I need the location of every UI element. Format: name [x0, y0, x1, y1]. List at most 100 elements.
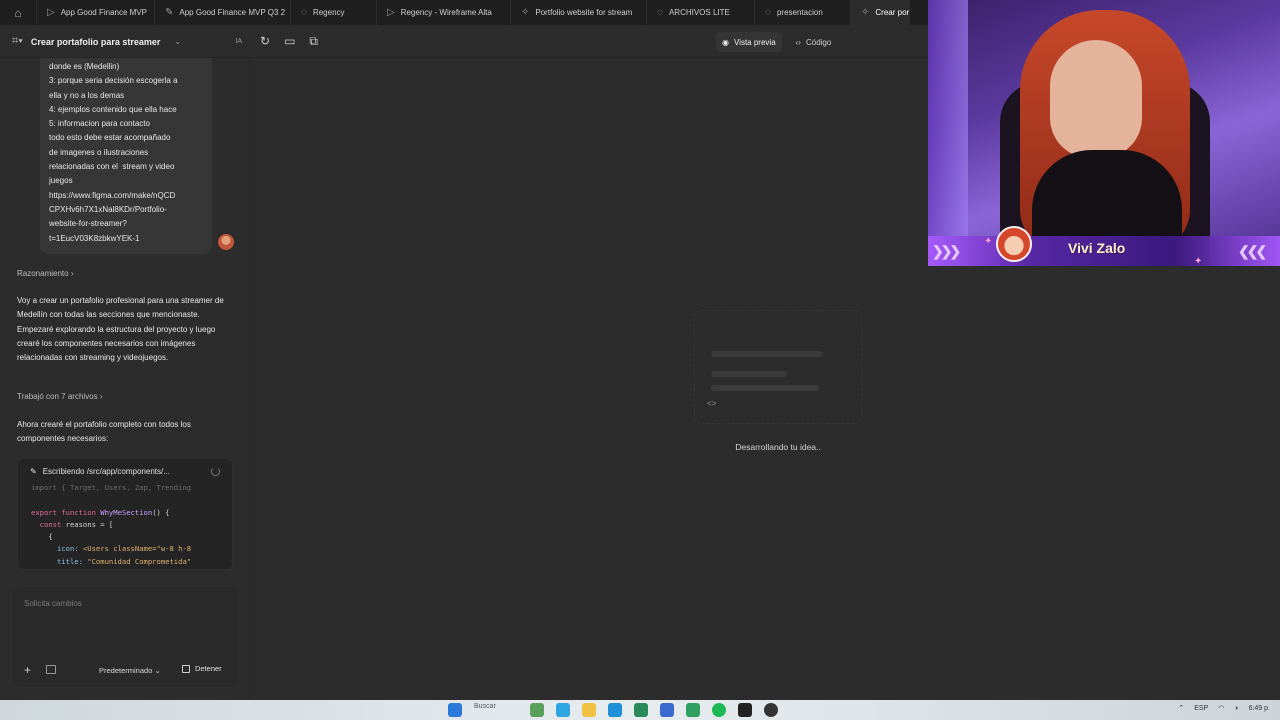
search-box[interactable]: Buscar	[474, 703, 518, 717]
chevron-up-icon[interactable]: ⌃	[1178, 704, 1184, 712]
streamer-name: Vivi Zalo	[1068, 240, 1126, 256]
chevron-right-icon: ›	[70, 269, 74, 278]
tab-presentacion[interactable]: ◌ presentacion	[754, 0, 850, 26]
app-icon[interactable]	[634, 703, 648, 717]
reasoning-toggle[interactable]: Razonamiento ›	[17, 269, 74, 278]
app-icon[interactable]	[556, 703, 570, 717]
code-keyword: export function	[31, 507, 96, 517]
screen: ⌂ ▷ App Good Finance MVP ✎ App Good Financ…	[0, 0, 1280, 720]
message-line: 3: porque seria decisión escogerla a	[49, 76, 178, 86]
clock[interactable]: 6:49 p.	[1249, 705, 1270, 712]
code-prop: title:	[56, 556, 83, 566]
code-function: WhyMeSection	[100, 507, 153, 517]
code-line: import { Target, Users, Zap, Trending	[31, 483, 192, 492]
tab-crear-portafolio[interactable]: ✧ Crear por	[850, 0, 910, 26]
tab-archivos-lite[interactable]: ◌ ARCHIVOS LITE	[646, 0, 754, 26]
message-line: todo esto debe estar acompañado	[49, 133, 171, 143]
toolbar-left: ⌗▾ Crear portafolio para streamer ⌄ IA	[0, 35, 250, 48]
assistant-message-2: Ahora crearé el portafolio completo con …	[17, 420, 191, 444]
code-writing-card[interactable]: ✎ Escribiendo /src/app/components/... im…	[17, 458, 233, 570]
lang-indicator[interactable]: ESP	[1194, 705, 1208, 712]
arrows-left-icon: ❯❯❯	[932, 243, 961, 259]
preview-button[interactable]: ◉ Vista previa	[716, 32, 782, 52]
system-tray: ⌃ ESP ◠ ◖ 6:49 p.	[1178, 704, 1270, 713]
tab-regency[interactable]: ◌ Regency	[290, 0, 376, 26]
app-icon[interactable]	[738, 703, 752, 717]
app-icon[interactable]	[608, 703, 622, 717]
code-keyword: const	[39, 519, 62, 529]
composer-input[interactable]: Solicita cambios	[24, 599, 82, 608]
folder-icon[interactable]	[582, 703, 596, 717]
spotify-icon[interactable]	[712, 703, 726, 717]
taskbar: Buscar ⌃ ESP ◠ ◖ 6:49 p.	[0, 700, 1280, 720]
skeleton-bar	[711, 351, 823, 357]
tab-regency-wireframe[interactable]: ▷ Regency - Wireframe Alta	[376, 0, 510, 26]
code-text: "Comunidad Comprometida"	[87, 556, 192, 566]
figma-icon: ◌	[765, 7, 771, 18]
message-line: 4: ejemplos contenido que ella hace	[49, 104, 177, 114]
figma-make-icon: ✧	[861, 7, 870, 18]
code-text: {	[48, 532, 53, 542]
home-icon[interactable]: ⌂	[0, 0, 36, 26]
play-icon: ▷	[47, 7, 55, 18]
arrows-right-icon: ❮❮❮	[1238, 243, 1267, 259]
app-icon[interactable]	[764, 703, 778, 717]
streamer-face	[1050, 40, 1142, 158]
code-text: reasons = [	[65, 519, 114, 529]
writing-label: Escribiendo /src/app/components/...	[42, 467, 170, 476]
message-link[interactable]: t=1EucV03K8zbkwYEK-1	[49, 232, 203, 246]
message-link[interactable]: website-for-streamer?	[49, 217, 203, 231]
assistant-message: Voy a crear un portafolio profesional pa…	[17, 296, 224, 363]
device-icon[interactable]: ⧉	[309, 34, 318, 49]
preview-status: Desarrollando tu idea..	[735, 442, 821, 452]
ia-label: IA	[235, 38, 242, 45]
chibi-avatar	[996, 226, 1032, 262]
project-title[interactable]: Crear portafolio para streamer	[31, 37, 161, 47]
figma-icon: ✎	[165, 7, 174, 18]
plus-icon[interactable]: +	[24, 663, 31, 677]
code-button[interactable]: ‹› Código	[790, 32, 838, 52]
attach-panel-icon[interactable]	[46, 665, 56, 674]
chat-panel: donde es (Medellin) 3: porque seria deci…	[0, 58, 250, 700]
app-icon[interactable]	[530, 703, 544, 717]
chevron-down-icon[interactable]: ⌄	[174, 37, 181, 46]
layout-icon[interactable]: ▭	[284, 34, 295, 49]
refresh-icon[interactable]: ↻	[260, 34, 270, 49]
pencil-icon: ✎	[30, 467, 37, 476]
tab-app-good-finance[interactable]: ▷ App Good Finance MVP	[36, 0, 154, 26]
code-card-header: ✎ Escribiendo /src/app/components/...	[18, 459, 232, 476]
figma-menu-icon[interactable]: ⌗▾	[12, 35, 23, 48]
app-icon[interactable]	[686, 703, 700, 717]
code-icon: ‹›	[795, 37, 801, 47]
files-worked-toggle[interactable]: Trabajó con 7 archivos ›	[17, 392, 103, 401]
stop-icon	[182, 664, 190, 673]
toolbar-tools: ↻ ▭ ⧉	[260, 34, 318, 49]
code-text: <Users className="w-8 h-8	[82, 544, 192, 554]
eye-icon: ◉	[722, 37, 729, 47]
tab-app-good-finance-q3[interactable]: ✎ App Good Finance MVP Q3 2	[154, 0, 290, 26]
taskbar-apps: Buscar	[448, 703, 778, 717]
message-line: ella y no a los demas	[49, 90, 125, 100]
stop-button[interactable]: Detener	[182, 664, 222, 673]
message-link[interactable]: CPXHv6h7X1xNal8KDr/Portfolio-	[49, 203, 203, 217]
volume-icon[interactable]: ◖	[1234, 705, 1238, 712]
message-line: donde es (Medellin)	[49, 62, 120, 71]
user-avatar	[218, 234, 234, 250]
code-block: import { Target, Users, Zap, Trending ex…	[18, 476, 232, 568]
figma-icon: ◌	[657, 7, 663, 18]
message-link[interactable]: https://www.figma.com/make/nQCD	[49, 189, 203, 203]
model-select[interactable]: Predeterminado ⌄	[99, 666, 161, 675]
code-text: () {	[152, 507, 170, 517]
tab-portfolio-website[interactable]: ✧ Portfolio website for stream	[510, 0, 646, 26]
composer[interactable]: Solicita cambios + Predeterminado ⌄ Dete…	[11, 586, 239, 688]
background-lights	[928, 0, 968, 266]
loading-card: <>	[694, 310, 862, 424]
skeleton-bar	[711, 385, 819, 391]
windows-start-icon[interactable]	[448, 703, 462, 717]
wifi-icon[interactable]: ◠	[1218, 704, 1224, 712]
chevron-right-icon: ›	[99, 392, 103, 401]
figma-make-icon: ✧	[521, 7, 530, 18]
app-icon[interactable]	[660, 703, 674, 717]
message-line: 5: informacion para contacto	[49, 119, 150, 129]
figma-icon: ◌	[301, 7, 307, 18]
